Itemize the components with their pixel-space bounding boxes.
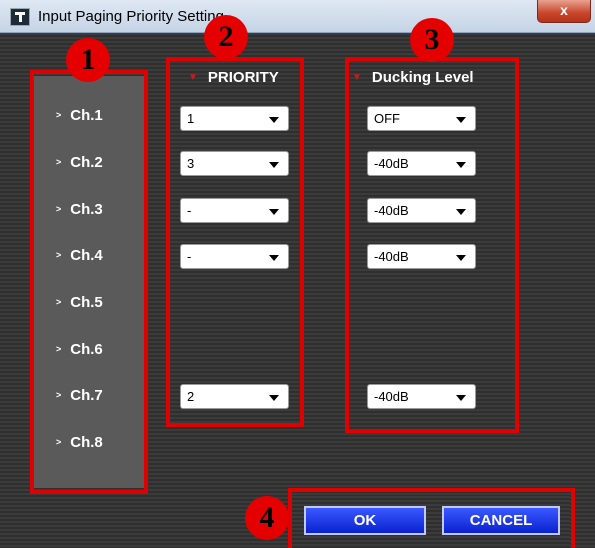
annotation-badge-4: 4 (245, 496, 289, 540)
annotation-box-1 (30, 70, 148, 494)
annotation-badge-3: 3 (410, 18, 454, 62)
annotation-box-4 (288, 488, 575, 548)
annotation-badge-1: 1 (66, 38, 110, 82)
title-bar: Input Paging Priority Setting x (0, 0, 595, 33)
annotation-box-3 (345, 57, 519, 433)
annotation-badge-2: 2 (204, 15, 248, 59)
close-button[interactable]: x (537, 0, 591, 23)
app-icon (10, 8, 30, 26)
annotation-box-2 (166, 57, 304, 427)
window-title: Input Paging Priority Setting (38, 8, 224, 25)
